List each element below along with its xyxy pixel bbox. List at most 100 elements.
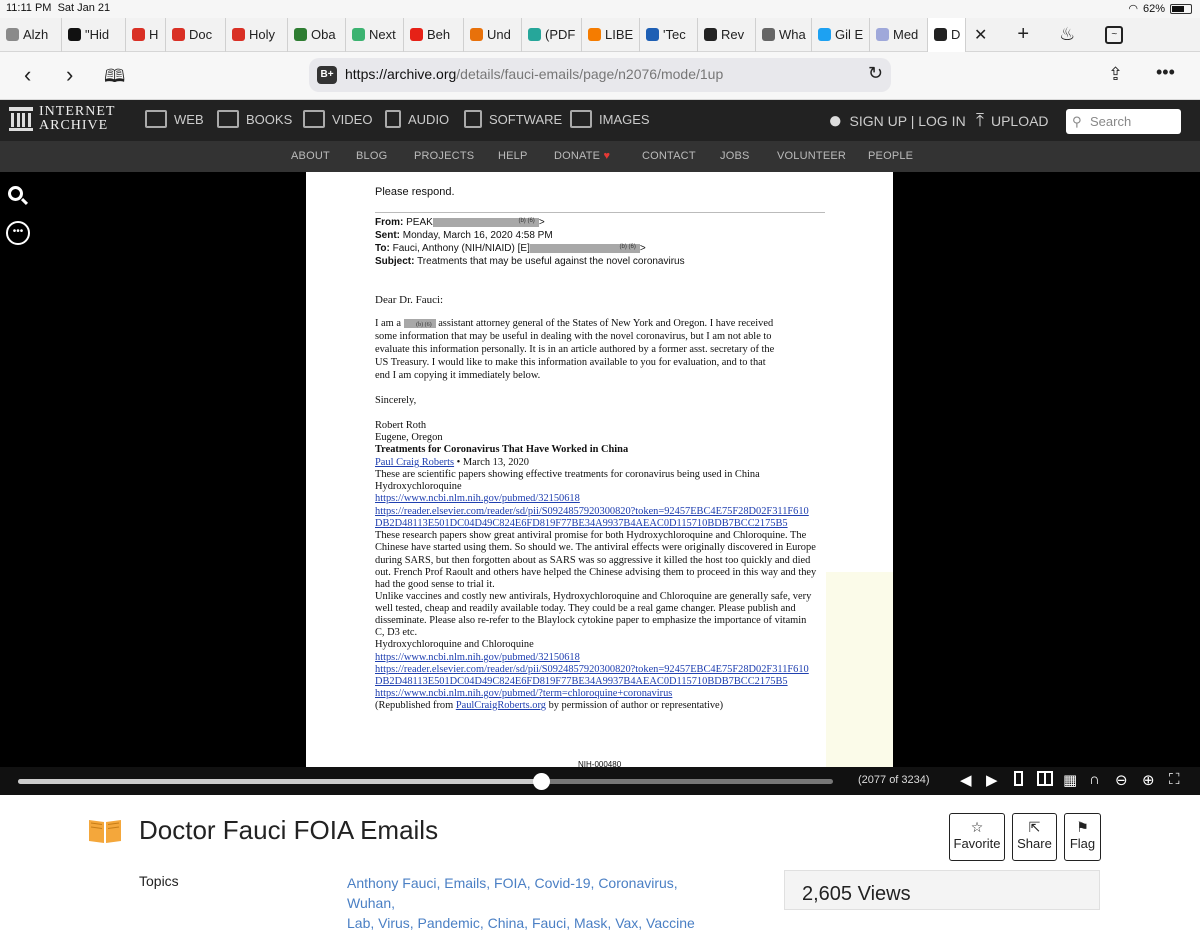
browser-tab[interactable]: Und <box>464 17 522 52</box>
forward-icon[interactable]: › <box>66 62 73 88</box>
browser-nav-bar: ‹ › 🕮 B+ https://archive.org/details/fau… <box>0 52 1200 100</box>
pcr-site-link[interactable]: PaulCraigRoberts.org <box>456 700 546 711</box>
signup-login[interactable]: ● SIGN UP | LOG IN <box>828 107 966 135</box>
subnav-people[interactable]: PEOPLE <box>868 150 913 162</box>
author-link[interactable]: Paul Craig Roberts <box>375 457 454 468</box>
paragraph-line: well tested, cheap and readily available… <box>375 603 796 614</box>
browser-tab[interactable]: D <box>928 17 966 52</box>
browser-tab[interactable]: Gil E <box>812 17 870 52</box>
search-icon[interactable] <box>6 184 30 208</box>
to-label: To: <box>375 243 390 254</box>
heart-icon: ♥ <box>603 150 611 162</box>
favorite-button[interactable]: ☆ Favorite <box>949 813 1005 861</box>
two-page-view-icon[interactable] <box>1037 771 1053 790</box>
subnav-jobs[interactable]: JOBS <box>720 150 750 162</box>
browser-tab[interactable]: Rev <box>698 17 756 52</box>
browser-tab[interactable]: Next <box>346 17 404 52</box>
book-viewer: ••• Please respond. From: PEAK (b) (6) > S… <box>0 172 1200 767</box>
browser-tab[interactable]: Holy <box>226 17 288 52</box>
more-options-icon[interactable]: ••• <box>6 221 30 245</box>
reader-book-icon[interactable]: 🕮 <box>104 64 125 94</box>
fullscreen-icon[interactable]: ⛶ <box>1169 771 1180 788</box>
tab-label: Med <box>893 27 919 42</box>
tab-label: Doc <box>189 27 213 42</box>
pubmed-link[interactable]: https://www.ncbi.nlm.nih.gov/pubmed/3215… <box>375 493 580 505</box>
read-aloud-icon[interactable]: ∩ <box>1089 771 1100 788</box>
pubmed-link[interactable]: https://www.ncbi.nlm.nih.gov/pubmed/3215… <box>375 652 580 664</box>
pubmed-search-link[interactable]: https://www.ncbi.nlm.nih.gov/pubmed/?ter… <box>375 688 672 700</box>
flag-button[interactable]: ⚑ Flag <box>1064 813 1101 861</box>
browser-tab[interactable]: Doc <box>166 17 226 52</box>
tab-favicon-icon <box>232 28 245 41</box>
flame-icon[interactable]: ♨ <box>1059 24 1075 45</box>
prev-page-icon[interactable]: ◀ <box>960 771 972 789</box>
browser-tab[interactable]: (PDF <box>522 17 582 52</box>
one-page-view-icon[interactable] <box>1014 771 1023 790</box>
browser-tab[interactable]: LIBE <box>582 17 640 52</box>
zoom-out-icon[interactable]: ⊖ <box>1115 771 1128 789</box>
ia-logo[interactable]: INTERNET ARCHIVE <box>9 105 115 133</box>
browser-tab[interactable]: Alzh <box>0 17 62 52</box>
tab-label: D <box>951 27 961 42</box>
browser-tab[interactable]: Oba <box>288 17 346 52</box>
subnav-help[interactable]: HELP <box>498 150 528 162</box>
address-bar[interactable]: B+ https://archive.org/details/fauci-ema… <box>309 58 891 92</box>
back-icon[interactable]: ‹ <box>24 62 31 88</box>
topics-line[interactable]: Lab, Virus, Pandemic, China, Fauci, Mask… <box>347 913 717 933</box>
subnav-donate[interactable]: DONATE ♥ <box>554 150 610 162</box>
subnav-projects[interactable]: PROJECTS <box>414 150 474 162</box>
viewer-tools: ••• <box>6 184 30 245</box>
menu-video[interactable]: VIDEO <box>303 110 372 128</box>
page-slider-handle[interactable] <box>533 773 551 790</box>
browser-tab[interactable]: Wha <box>756 17 812 52</box>
menu-books[interactable]: BOOKS <box>217 110 292 128</box>
topics-line[interactable]: Anthony Fauci, Emails, FOIA, Covid-19, C… <box>347 873 717 913</box>
browser-tab[interactable]: 'Tec <box>640 17 698 52</box>
extension-icon[interactable]: B+ <box>317 66 337 84</box>
tab-favicon-icon <box>6 28 19 41</box>
menu-software[interactable]: SOFTWARE <box>464 110 562 128</box>
menu-images[interactable]: IMAGES <box>570 110 650 128</box>
elsevier-link-cont[interactable]: DB2D48113E501DC04D49C824E6FD819F77BE34A9… <box>375 518 788 530</box>
subnav-contact[interactable]: CONTACT <box>642 150 696 162</box>
upload-button[interactable]: ⤒ UPLOAD <box>976 110 1049 131</box>
more-options-icon[interactable]: ••• <box>1156 62 1175 83</box>
menu-audio[interactable]: AUDIO <box>385 110 449 128</box>
film-icon <box>303 110 325 128</box>
from-label: From: <box>375 217 404 228</box>
paragraph-line: out. French Prof Raoult and others have … <box>375 567 817 578</box>
subnav-blog[interactable]: BLOG <box>356 150 387 162</box>
tab-label: Next <box>369 27 396 42</box>
url-text[interactable]: https://archive.org/details/fauci-emails… <box>345 66 723 82</box>
browser-tab[interactable]: Beh <box>404 17 464 52</box>
browser-tab[interactable]: "Hid <box>62 17 126 52</box>
next-page-icon[interactable]: ▶ <box>986 771 998 789</box>
subnav-about[interactable]: ABOUT <box>291 150 330 162</box>
elsevier-link-cont[interactable]: DB2D48113E501DC04D49C824E6FD819F77BE34A9… <box>375 676 788 688</box>
status-time-date: 11:11 PM Sat Jan 21 <box>6 2 110 14</box>
topics-list[interactable]: Anthony Fauci, Emails, FOIA, Covid-19, C… <box>347 873 717 933</box>
zoom-in-icon[interactable]: ⊕ <box>1142 771 1155 789</box>
share-label: Share <box>1017 836 1052 851</box>
tab-favicon-icon <box>172 28 185 41</box>
browser-tab[interactable]: H <box>126 17 166 52</box>
user-icon: ● <box>828 107 843 134</box>
thumbnail-view-icon[interactable]: ▦ <box>1063 771 1077 789</box>
close-tab-icon[interactable]: ✕ <box>974 25 987 45</box>
reload-icon[interactable]: ↻ <box>868 63 883 84</box>
search-input[interactable]: ⚲ Search <box>1066 109 1181 134</box>
tab-overview-icon[interactable]: ~ <box>1105 25 1124 44</box>
sent-value: Monday, March 16, 2020 4:58 PM <box>402 230 553 241</box>
tab-label: H <box>149 27 159 42</box>
status-bar: 11:11 PM Sat Jan 21 ◠ 62% <box>0 0 1200 18</box>
new-tab-icon[interactable]: + <box>1017 23 1029 46</box>
elsevier-link[interactable]: https://reader.elsevier.com/reader/sd/pi… <box>375 664 809 676</box>
browser-tab[interactable]: Med <box>870 17 928 52</box>
elsevier-link[interactable]: https://reader.elsevier.com/reader/sd/pi… <box>375 506 809 518</box>
subnav-volunteer[interactable]: VOLUNTEER <box>777 150 846 162</box>
page-slider[interactable] <box>18 773 833 790</box>
menu-web[interactable]: WEB <box>145 110 204 128</box>
share-icon[interactable]: ⇪ <box>1108 64 1123 85</box>
p1-start: I am a <box>375 318 401 329</box>
share-button[interactable]: ⇱ Share <box>1012 813 1057 861</box>
